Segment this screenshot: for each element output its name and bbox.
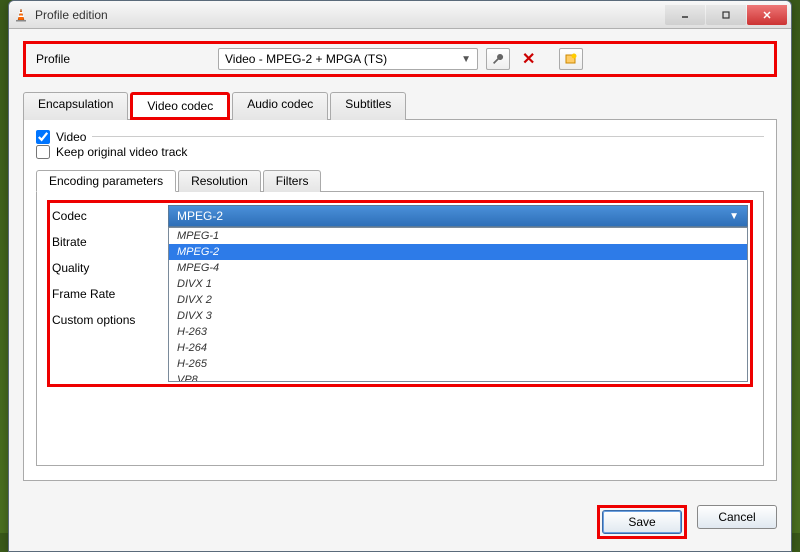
codec-label: Codec [52, 209, 160, 225]
keep-original-row: Keep original video track [36, 145, 764, 159]
save-highlight: Save [597, 505, 687, 539]
framerate-label: Frame Rate [52, 287, 160, 303]
encoding-panel: Codec Bitrate Quality Frame Rate Custom … [36, 192, 764, 466]
profile-label: Profile [30, 52, 210, 66]
sub-tabs: Encoding parameters Resolution Filters [36, 169, 764, 192]
dialog-content: Profile Video - MPEG-2 + MPGA (TS) ▼ ✕ E… [9, 29, 791, 493]
field-labels: Codec Bitrate Quality Frame Rate Custom … [52, 205, 160, 382]
codec-dropdown-closed[interactable]: MPEG-2 ▼ [168, 205, 748, 227]
divider [92, 136, 764, 137]
minimize-button[interactable] [665, 5, 705, 25]
codec-dropdown[interactable]: MPEG-2 ▼ MPEG-1 MPEG-2 MPEG-4 DIVX 1 DIV… [168, 205, 748, 382]
codec-area: Codec Bitrate Quality Frame Rate Custom … [47, 200, 753, 387]
keep-original-label: Keep original video track [56, 145, 187, 159]
codec-option[interactable]: H-265 [169, 356, 747, 372]
codec-option[interactable]: DIVX 1 [169, 276, 747, 292]
profile-select[interactable]: Video - MPEG-2 + MPGA (TS) ▼ [218, 48, 478, 70]
codec-option[interactable]: MPEG-1 [169, 228, 747, 244]
video-codec-panel: Video Keep original video track Encoding… [23, 120, 777, 481]
window-controls [665, 5, 787, 25]
codec-option[interactable]: MPEG-2 [169, 244, 747, 260]
dialog-buttons: Save Cancel [9, 493, 791, 551]
tab-audio-codec[interactable]: Audio codec [232, 92, 328, 120]
titlebar: Profile edition [9, 1, 791, 29]
codec-option[interactable]: VP8 [169, 372, 747, 382]
subtab-encoding[interactable]: Encoding parameters [36, 170, 176, 192]
keep-original-checkbox[interactable] [36, 145, 50, 159]
new-profile-button[interactable] [559, 48, 583, 70]
subtab-filters[interactable]: Filters [263, 170, 322, 192]
bitrate-label: Bitrate [52, 235, 160, 251]
close-button[interactable] [747, 5, 787, 25]
codec-option[interactable]: MPEG-4 [169, 260, 747, 276]
maximize-button[interactable] [706, 5, 746, 25]
video-checkbox[interactable] [36, 130, 50, 144]
window-title: Profile edition [35, 8, 665, 22]
tab-video-codec[interactable]: Video codec [130, 92, 230, 120]
tab-encapsulation[interactable]: Encapsulation [23, 92, 128, 120]
chevron-down-icon: ▼ [729, 211, 739, 222]
main-tabs: Encapsulation Video codec Audio codec Su… [23, 91, 777, 120]
profile-settings-button[interactable] [486, 48, 510, 70]
profile-select-value: Video - MPEG-2 + MPGA (TS) [225, 52, 387, 66]
codec-option[interactable]: H-263 [169, 324, 747, 340]
video-checkbox-label: Video [56, 130, 86, 144]
codec-option[interactable]: DIVX 3 [169, 308, 747, 324]
delete-profile-button[interactable]: ✕ [518, 49, 539, 69]
codec-dropdown-list[interactable]: MPEG-1 MPEG-2 MPEG-4 DIVX 1 DIVX 2 DIVX … [168, 227, 748, 382]
video-check-row: Video [36, 130, 764, 144]
subtab-resolution[interactable]: Resolution [178, 170, 261, 192]
chevron-down-icon: ▼ [461, 54, 471, 65]
vlc-icon [13, 7, 29, 23]
save-button[interactable]: Save [602, 510, 682, 534]
codec-option[interactable]: H-264 [169, 340, 747, 356]
wrench-icon [492, 53, 504, 65]
dialog-window: Profile edition Profile Video - MPEG-2 +… [8, 0, 792, 552]
cancel-button[interactable]: Cancel [697, 505, 777, 529]
codec-selected-value: MPEG-2 [177, 209, 223, 223]
profile-row: Profile Video - MPEG-2 + MPGA (TS) ▼ ✕ [23, 41, 777, 77]
tab-subtitles[interactable]: Subtitles [330, 92, 406, 120]
custom-options-label: Custom options [52, 313, 160, 329]
quality-label: Quality [52, 261, 160, 277]
new-icon [565, 53, 577, 65]
codec-option[interactable]: DIVX 2 [169, 292, 747, 308]
